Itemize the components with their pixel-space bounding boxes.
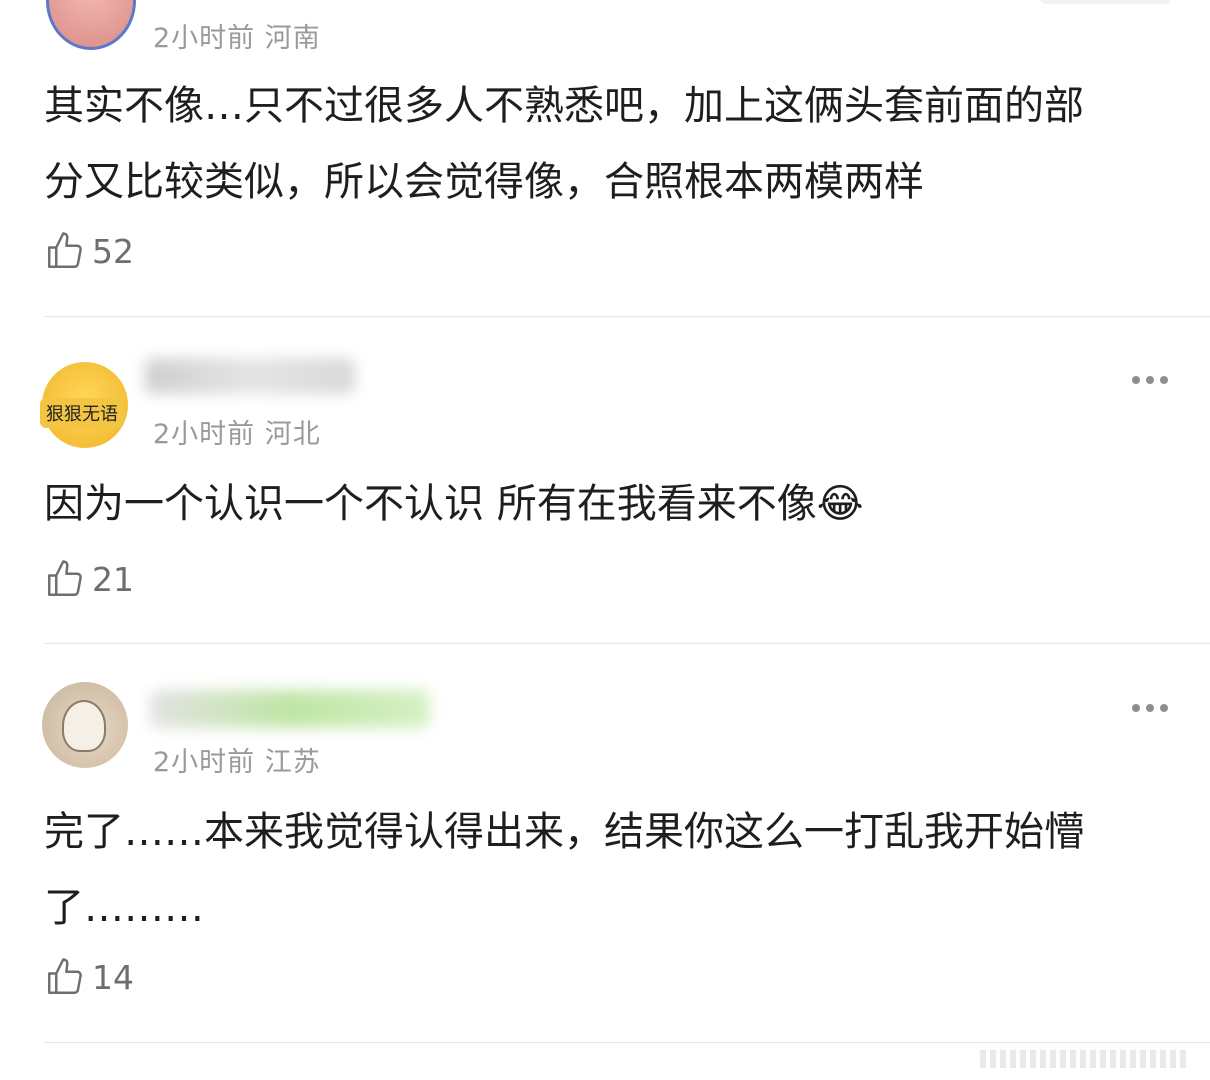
comment-text-line: 其实不像…只不过很多人不熟悉吧，加上这俩头套前面的部 bbox=[44, 83, 1084, 129]
more-dot bbox=[1146, 704, 1154, 712]
thumbs-up-icon bbox=[48, 958, 82, 994]
comment-text: 因为一个认识一个不认识 所有在我看来不像😂 bbox=[44, 466, 1174, 542]
like-count: 14 bbox=[92, 957, 134, 997]
avatar[interactable] bbox=[46, 0, 136, 50]
comment-text-line: 因为一个认识一个不认识 所有在我看来不像😂 bbox=[44, 481, 864, 527]
like-button[interactable]: 14 bbox=[44, 956, 134, 998]
comment-meta: 2小时前 江苏 bbox=[153, 747, 321, 778]
avatar[interactable] bbox=[42, 682, 128, 768]
more-button[interactable] bbox=[1132, 376, 1168, 384]
more-button[interactable] bbox=[1132, 704, 1168, 712]
thumbs-up-icon bbox=[48, 232, 82, 268]
comment-meta: 2小时前 河北 bbox=[153, 419, 321, 450]
more-dot bbox=[1160, 376, 1168, 384]
thumbs-up-icon bbox=[48, 560, 82, 596]
comment-text-line: 分又比较类似，所以会觉得像，合照根本两模两样 bbox=[44, 159, 924, 205]
like-count: 52 bbox=[92, 231, 134, 271]
more-dot bbox=[1146, 376, 1154, 384]
more-dot bbox=[1160, 704, 1168, 712]
like-button[interactable]: 21 bbox=[44, 558, 134, 600]
like-button[interactable]: 52 bbox=[44, 230, 134, 272]
avatar-badge: 狠狠无语 bbox=[40, 398, 124, 428]
comment-text: 完了……本来我觉得认得出来，结果你这么一打乱我开始懵 了……… bbox=[44, 794, 1174, 946]
username-blurred[interactable] bbox=[150, 690, 430, 728]
divider bbox=[44, 1042, 1210, 1043]
watermark bbox=[980, 1050, 1190, 1068]
like-count: 21 bbox=[92, 559, 134, 599]
username-blurred[interactable] bbox=[145, 358, 355, 394]
comment-text: 其实不像…只不过很多人不熟悉吧，加上这俩头套前面的部 分又比较类似，所以会觉得像… bbox=[44, 68, 1174, 220]
comment-text-line: 完了……本来我觉得认得出来，结果你这么一打乱我开始懵 bbox=[44, 809, 1084, 855]
divider bbox=[44, 316, 1210, 317]
comment-text-line: 了……… bbox=[44, 885, 204, 931]
more-dot bbox=[1132, 376, 1140, 384]
divider bbox=[44, 643, 1210, 644]
more-button[interactable] bbox=[1040, 0, 1170, 4]
comment-meta: 2小时前 河南 bbox=[153, 23, 321, 54]
more-dot bbox=[1132, 704, 1140, 712]
avatar-figure bbox=[62, 700, 106, 752]
